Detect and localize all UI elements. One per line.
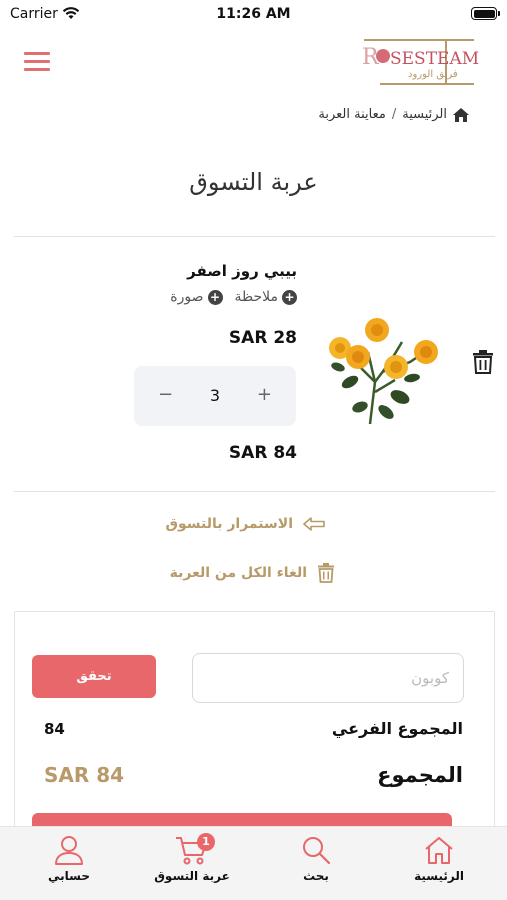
coupon-input[interactable]: كوبون — [192, 653, 464, 703]
item-actions: + ملاحظة + صورة — [170, 289, 297, 305]
total-value: SAR 84 — [44, 763, 125, 787]
battery-icon — [471, 7, 500, 20]
arrow-left-icon — [303, 517, 325, 531]
delete-item-icon[interactable] — [472, 350, 494, 374]
breadcrumb-current: معاينة العربة — [318, 107, 386, 122]
page-title: عربة التسوق — [189, 168, 318, 196]
rose-icon — [376, 49, 390, 63]
plus-circle-icon: + — [282, 289, 297, 305]
total-label: المجموع — [377, 763, 463, 787]
tab-home[interactable]: الرئيسية — [384, 835, 494, 883]
status-bar: Carrier 11:26 AM — [0, 0, 507, 30]
divider — [14, 236, 495, 237]
unit-price: SAR 28 — [228, 328, 297, 348]
search-icon — [303, 837, 331, 865]
apply-coupon-button[interactable]: تحقق — [32, 655, 156, 698]
tab-cart[interactable]: 1 عربة التسوق — [137, 833, 247, 883]
breadcrumb-home-link[interactable]: الرئيسية — [402, 107, 447, 122]
brand-logo[interactable]: R SESTEAM فريق الورود — [360, 37, 479, 87]
line-total: SAR 84 — [228, 443, 297, 463]
continue-shopping-link[interactable]: الاستمرار بالتسوق — [165, 516, 325, 532]
home-icon — [425, 837, 453, 864]
cart-count-badge: 1 — [197, 833, 215, 851]
tab-bar: الرئيسية بحث 1 عربة التسوق حسابي — [0, 826, 507, 900]
add-note-button[interactable]: + ملاحظة — [235, 289, 297, 305]
product-name: بيبي روز اصفر — [187, 262, 297, 280]
hamburger-menu-button[interactable] — [24, 52, 50, 72]
breadcrumb-separator: / — [391, 107, 397, 122]
increase-quantity-button[interactable]: + — [257, 384, 272, 405]
subtotal-value: 84 — [44, 720, 65, 738]
divider — [14, 491, 495, 492]
trash-icon — [318, 563, 334, 583]
clear-cart-link[interactable]: الغاء الكل من العربة — [170, 563, 335, 583]
plus-circle-icon: + — [207, 289, 223, 305]
tab-account[interactable]: حسابي — [14, 835, 124, 883]
breadcrumb: الرئيسية / معاينة العربة — [318, 107, 469, 122]
user-icon — [55, 836, 83, 865]
tab-search[interactable]: بحث — [261, 835, 371, 883]
clock: 11:26 AM — [216, 6, 291, 22]
product-image — [329, 318, 438, 425]
home-icon[interactable] — [453, 107, 469, 122]
subtotal-label: المجموع الفرعي — [331, 719, 463, 738]
add-image-button[interactable]: + صورة — [170, 289, 223, 305]
quantity-stepper: − 3 + — [134, 366, 296, 426]
